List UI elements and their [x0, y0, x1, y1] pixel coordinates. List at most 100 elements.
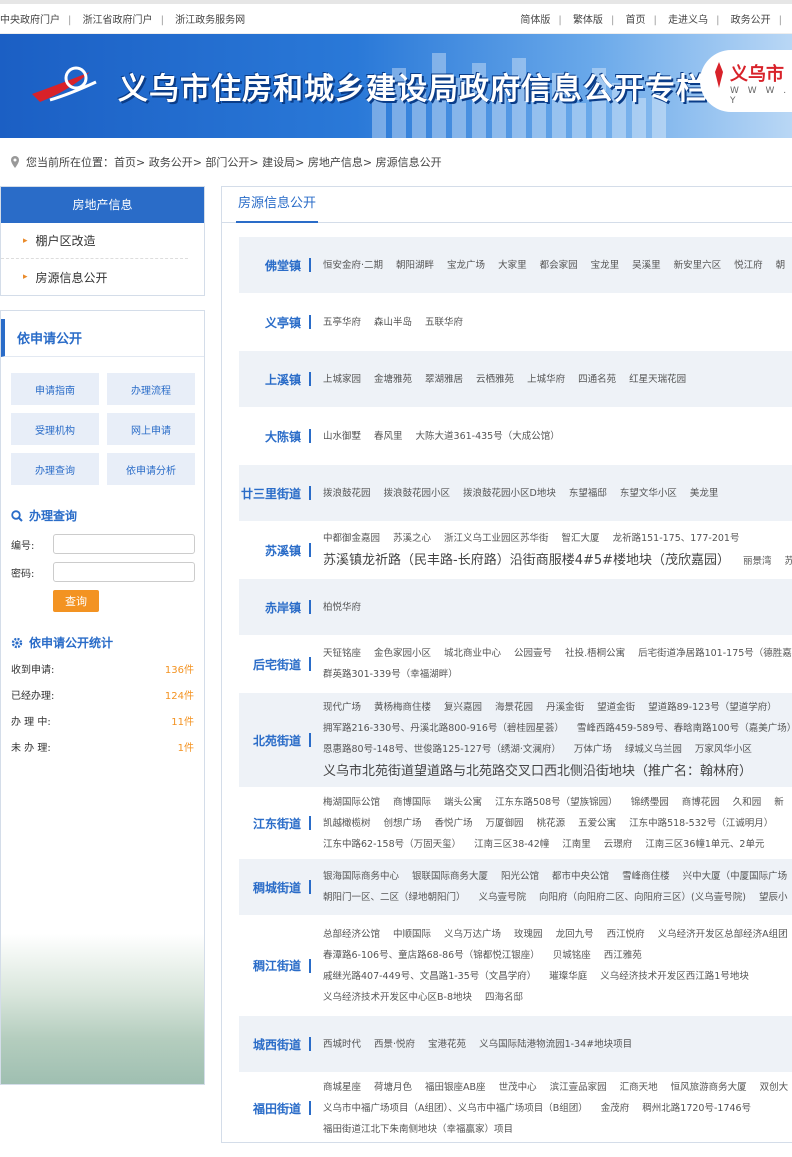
project-link[interactable]: 雪峰商住楼 [622, 871, 670, 882]
project-link[interactable]: 宝龙广场 [447, 260, 485, 271]
project-link[interactable]: 浙江义乌工业园区苏华街 [444, 533, 549, 544]
project-link[interactable]: 城北商业中心 [444, 648, 501, 659]
traditional-link[interactable]: 繁体版 [573, 15, 603, 26]
project-link[interactable]: 西景·悦府 [374, 1039, 415, 1050]
project-link[interactable]: 贝城铭座 [553, 950, 591, 961]
project-link[interactable]: 云栖雅苑 [476, 374, 514, 385]
apply-analysis-button[interactable]: 依申请分析 [107, 453, 195, 485]
project-link[interactable]: 拥军路216-330号、丹溪北路800-916号（碧桂园星荟） [323, 723, 564, 734]
number-input[interactable] [53, 534, 195, 554]
project-link[interactable]: 商博花园 [682, 797, 720, 808]
project-link-featured[interactable]: 义乌市北苑街道望道路与北苑路交叉口西北侧沿街地块（推广名：翰林府） [323, 764, 752, 779]
project-link[interactable]: 金色家园小区 [374, 648, 431, 659]
project-link[interactable]: 万体广场 [574, 744, 612, 755]
project-link[interactable]: 向阳府（向阳府二区、向阳府三区）(义乌壹号院) [539, 892, 746, 903]
project-link[interactable]: 稠州北路1720号-1746号 [642, 1103, 751, 1114]
project-link[interactable]: 森山半岛 [374, 317, 412, 328]
town-name[interactable]: 福田街道 [239, 1100, 309, 1117]
project-link[interactable]: 朝阳湖畔 [396, 260, 434, 271]
project-link[interactable]: 新安里六区 [674, 260, 722, 271]
project-link[interactable]: 春风里 [374, 431, 403, 442]
project-link[interactable]: 金茂府 [601, 1103, 630, 1114]
project-link[interactable]: 创想广场 [384, 818, 422, 829]
simplified-link[interactable]: 简体版 [520, 15, 550, 26]
project-link[interactable]: 五联华府 [425, 317, 463, 328]
town-name[interactable]: 江东街道 [239, 815, 309, 832]
breadcrumb-path[interactable]: 首页> 政务公开> 部门公开> 建设局> 房地产信息> 房源信息公开 [114, 154, 442, 170]
project-link[interactable]: 望道金街 [597, 702, 635, 713]
gov-affairs-link[interactable]: 政务公开 [731, 15, 771, 26]
town-name[interactable]: 赤岸镇 [239, 599, 309, 616]
project-link[interactable]: 翠湖雅居 [425, 374, 463, 385]
project-link[interactable]: 义乌经济技术开发区西江路1号地块 [600, 971, 749, 982]
project-link[interactable]: 梅湖国际公馆 [323, 797, 380, 808]
project-link[interactable]: 上城华府 [527, 374, 565, 385]
project-link[interactable]: 拨浪鼓花园小区D地块 [463, 488, 556, 499]
project-link[interactable]: 拨浪鼓花园小区 [384, 488, 451, 499]
sidebar-item-housing-info[interactable]: ▸ 房源信息公开 [1, 259, 188, 295]
town-name[interactable]: 佛堂镇 [239, 257, 309, 274]
project-link[interactable]: 大家里 [498, 260, 527, 271]
town-name[interactable]: 北苑街道 [239, 732, 309, 749]
project-link[interactable]: 福田街道江北下朱南侧地块（幸福赢家）项目 [323, 1124, 513, 1135]
town-name[interactable]: 上溪镇 [239, 371, 309, 388]
project-link[interactable]: 玫瑰园 [514, 929, 543, 940]
project-link[interactable]: 山水御墅 [323, 431, 361, 442]
town-name[interactable]: 廿三里街道 [239, 485, 309, 502]
project-link[interactable]: 中顺国际 [393, 929, 431, 940]
project-link[interactable]: 璀璨华庭 [549, 971, 587, 982]
project-link[interactable]: 荷塘月色 [374, 1082, 412, 1093]
sidebar-item-shanty-renovation[interactable]: ▸ 棚户区改造 [1, 223, 188, 259]
project-link[interactable]: 恒安金府·二期 [323, 260, 383, 271]
project-link[interactable]: 大陈大道361-435号（大成公馆） [416, 431, 560, 442]
project-link[interactable]: 公园壹号 [514, 648, 552, 659]
town-name[interactable]: 苏溪镇 [239, 542, 309, 559]
project-link[interactable]: 万厦御园 [486, 818, 524, 829]
project-link[interactable]: 义乌经济技术开发区中心区B-8地块 [323, 992, 472, 1003]
project-link[interactable]: 美龙里 [690, 488, 719, 499]
project-link[interactable]: 双创大 [760, 1082, 789, 1093]
town-name[interactable]: 后宅街道 [239, 656, 309, 673]
town-name[interactable]: 稠江街道 [239, 957, 309, 974]
project-link[interactable]: 义乌国际陆港物流园1-34#地块项目 [479, 1039, 632, 1050]
project-link[interactable]: 新 [774, 797, 784, 808]
project-link[interactable]: 西江悦府 [607, 929, 645, 940]
project-link[interactable]: 望辰小 [759, 892, 788, 903]
project-link[interactable]: 群英路301-339号（幸福湖畔） [323, 669, 458, 680]
project-link[interactable]: 黄杨梅商住楼 [374, 702, 431, 713]
project-link[interactable]: 四海名邸 [485, 992, 523, 1003]
project-link[interactable]: 都市中央公馆 [552, 871, 609, 882]
project-link[interactable]: 丽景湾 [743, 556, 772, 567]
project-link[interactable]: 五爱公寓 [578, 818, 616, 829]
project-link-featured[interactable]: 苏溪镇龙祈路（民丰路-长府路）沿街商服楼4#5#楼地块（茂欣嘉园） [323, 553, 730, 568]
project-link[interactable]: 江南三区38-42幢 [474, 839, 549, 850]
online-apply-button[interactable]: 网上申请 [107, 413, 195, 445]
password-input[interactable] [53, 562, 195, 582]
project-link[interactable]: 龙祈路151-175、177-201号 [613, 533, 740, 544]
project-link[interactable]: 雪峰西路459-589号、春晗南路100号（嘉美广场） [577, 723, 792, 734]
project-link[interactable]: 恒风旅游商务大厦 [671, 1082, 747, 1093]
central-gov-link[interactable]: 中央政府门户 [0, 15, 60, 26]
project-link[interactable]: 凯越橄榄树 [323, 818, 371, 829]
project-link[interactable]: 柏悦华府 [323, 602, 361, 613]
process-flow-button[interactable]: 办理流程 [107, 373, 195, 405]
project-link[interactable]: 东望福邸 [569, 488, 607, 499]
project-link[interactable]: 云璟府 [604, 839, 633, 850]
project-link[interactable]: 龙回九号 [556, 929, 594, 940]
project-link[interactable]: 江南三区36幢1单元、2单元 [645, 839, 764, 850]
project-link[interactable]: 拨浪鼓花园 [323, 488, 371, 499]
project-link[interactable]: 复兴嘉园 [444, 702, 482, 713]
project-link[interactable]: 东望文华小区 [620, 488, 677, 499]
project-link[interactable]: 悦江府 [734, 260, 763, 271]
project-link[interactable]: 义乌市中福广场项目（A组团）、义乌市中福广场项目（B组团） [323, 1103, 588, 1114]
project-link[interactable]: 义乌万达广场 [444, 929, 501, 940]
project-link[interactable]: 汇商天地 [620, 1082, 658, 1093]
project-link[interactable]: 绿城义乌兰园 [625, 744, 682, 755]
project-link[interactable]: 宝龙里 [591, 260, 620, 271]
project-link[interactable]: 义乌经济开发区总部经济A组团 [658, 929, 788, 940]
project-link[interactable]: 戚继光路407-449号、文昌路1-35号（文昌学府） [323, 971, 536, 982]
town-name[interactable]: 大陈镇 [239, 428, 309, 445]
project-link[interactable]: 江东中路62-158号（万固天玺） [323, 839, 461, 850]
zhejiang-service-link[interactable]: 浙江政务服务网 [175, 15, 245, 26]
project-link[interactable]: 义乌壹号院 [479, 892, 527, 903]
